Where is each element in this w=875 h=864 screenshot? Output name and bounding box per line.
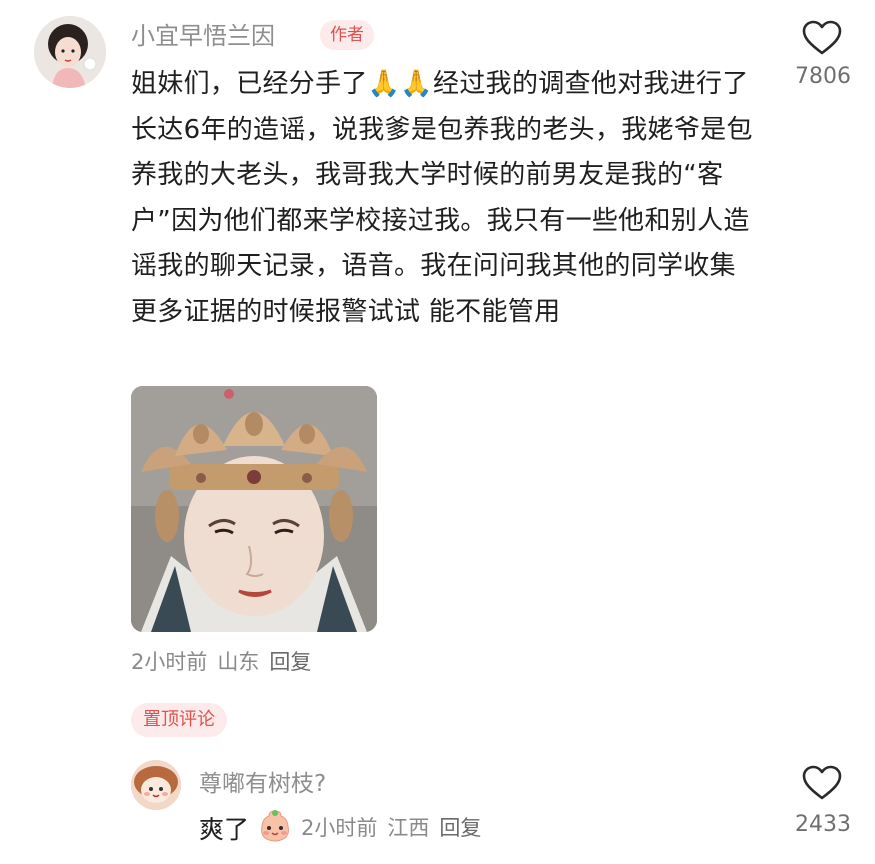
reply-like-count: 2433 <box>795 812 851 837</box>
comment-text: 姐妹们，已经分手了🙏🙏经过我的调查他对我进行了长达6年的造谣，说我爹是包养我的老… <box>131 69 753 327</box>
comment-time: 2小时前 <box>131 650 208 674</box>
author-avatar[interactable] <box>34 16 106 88</box>
heart-icon[interactable] <box>802 20 842 56</box>
statue-photo-icon <box>131 386 377 632</box>
heart-icon[interactable] <box>802 765 842 801</box>
like-count: 7806 <box>795 64 851 89</box>
reply-meta: 2小时前 江西 回复 <box>301 812 491 842</box>
reply-time: 2小时前 <box>301 816 378 840</box>
author-badge: 作者 <box>320 20 374 50</box>
comment-meta: 2小时前 山东 回复 <box>131 646 321 676</box>
author-username[interactable]: 小宜早悟兰因 <box>131 20 275 52</box>
smile-face-emoji-icon <box>257 808 293 844</box>
reply-avatar[interactable] <box>131 760 181 810</box>
pinned-badge: 置顶评论 <box>131 703 227 737</box>
reply-username[interactable]: 尊嘟有树枝? <box>199 764 326 798</box>
reply-button[interactable]: 回复 <box>269 650 311 674</box>
comment-location: 山东 <box>217 650 260 674</box>
reply-reply-button[interactable]: 回复 <box>439 816 481 840</box>
reply-text: 爽了 <box>199 815 250 844</box>
reply-location: 江西 <box>387 816 430 840</box>
comment-image[interactable] <box>131 386 377 632</box>
